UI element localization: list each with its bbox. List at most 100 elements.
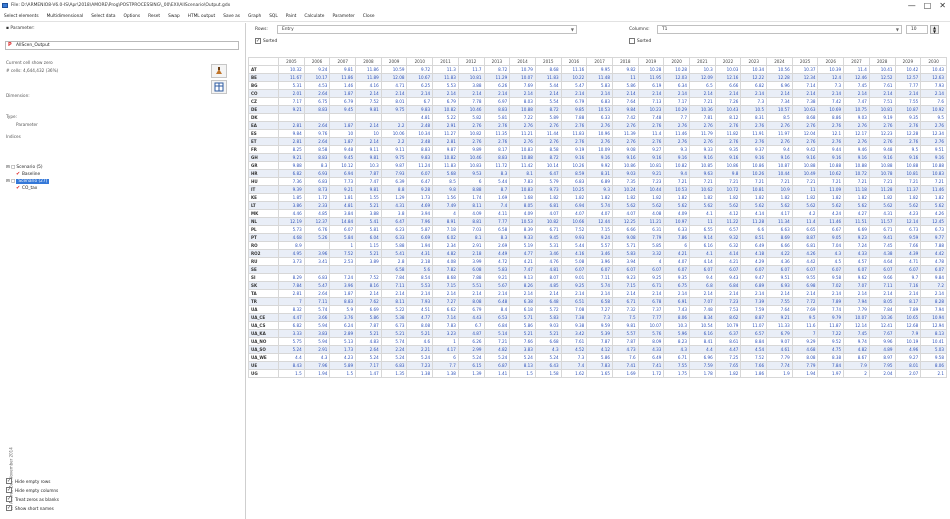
data-cell[interactable]: 9.37 [740, 145, 768, 154]
hide-empty-rows-option[interactable]: ✓ Hide empty rows [6, 478, 50, 484]
data-cell[interactable]: 8.23 [663, 337, 690, 346]
data-cell[interactable]: 5.24 [278, 345, 305, 354]
data-cell[interactable]: 8.91 [432, 217, 459, 226]
data-cell[interactable]: 8.3 [483, 169, 511, 178]
data-cell[interactable]: 9.35 [663, 273, 690, 282]
data-cell[interactable]: 8.54 [406, 273, 434, 282]
data-cell[interactable]: 8.16 [355, 281, 382, 290]
data-cell[interactable]: 10.79 [714, 321, 742, 330]
data-cell[interactable]: 8.83 [406, 145, 434, 154]
data-cell[interactable]: 6.79 [560, 97, 588, 106]
data-cell[interactable]: 4.14 [740, 209, 768, 218]
data-cell[interactable]: 7.38 [791, 97, 819, 106]
data-cell[interactable]: 7.3 [560, 353, 588, 362]
data-cell[interactable]: 10.88 [791, 161, 819, 170]
data-cell[interactable]: 7.9 [843, 361, 870, 370]
data-cell[interactable]: 1.87 [329, 89, 357, 98]
data-cell[interactable] [303, 241, 331, 250]
row-header[interactable]: RO [248, 241, 279, 250]
data-cell[interactable]: 5.31 [534, 241, 562, 250]
tree-node-baseline[interactable]: ✔ Baseline [6, 171, 49, 178]
data-cell[interactable]: 4 [432, 209, 459, 218]
data-cell[interactable]: 9.62 [843, 273, 870, 282]
data-cell[interactable]: 10.94 [920, 313, 947, 322]
data-cell[interactable]: 7.36 [278, 177, 305, 186]
data-cell[interactable]: 6.63 [766, 225, 793, 234]
data-cell[interactable]: 9.13 [509, 273, 536, 282]
data-cell[interactable]: 1.82 [534, 193, 562, 202]
data-cell[interactable]: 2.14 [355, 137, 382, 146]
data-cell[interactable]: 2.14 [380, 289, 408, 298]
data-cell[interactable]: 6.69 [843, 225, 870, 234]
data-cell[interactable]: 4.3 [534, 345, 562, 354]
data-cell[interactable]: 10.56 [766, 65, 793, 74]
data-cell[interactable]: 5.62 [843, 201, 870, 210]
data-cell[interactable]: 7.84 [868, 305, 896, 314]
data-cell[interactable]: 6.31 [637, 225, 665, 234]
row-header[interactable]: DE [248, 105, 279, 114]
parameter-field[interactable]: P AllScen_Output [5, 41, 239, 50]
data-cell[interactable]: 6.33 [663, 225, 690, 234]
data-cell[interactable]: 6.55 [689, 225, 716, 234]
data-cell[interactable]: 4.49 [483, 249, 511, 258]
data-cell[interactable]: 7.66 [509, 337, 536, 346]
data-cell[interactable]: 5.81 [355, 225, 382, 234]
data-cell[interactable] [303, 113, 331, 122]
data-cell[interactable]: 7.21 [868, 177, 896, 186]
row-header[interactable]: UA_KA [248, 329, 279, 338]
data-cell[interactable]: 6.75 [303, 97, 331, 106]
data-cell[interactable]: 9.5 [791, 313, 819, 322]
data-cell[interactable]: 7.81 [689, 113, 716, 122]
data-cell[interactable]: 7.4 [483, 201, 511, 210]
data-cell[interactable]: 7.17 [278, 97, 305, 106]
data-cell[interactable]: 7.11 [303, 297, 331, 306]
data-cell[interactable]: 6.82 [278, 169, 305, 178]
data-cell[interactable]: 9.32 [714, 233, 742, 242]
data-cell[interactable]: 10.82 [534, 217, 562, 226]
data-cell[interactable]: 4 [637, 257, 665, 266]
data-cell[interactable]: 7.07 [689, 297, 716, 306]
data-cell[interactable]: 12.14 [843, 321, 870, 330]
data-cell[interactable]: 6.07 [611, 265, 639, 274]
data-cell[interactable]: 10.53 [663, 185, 690, 194]
data-cell[interactable]: 6.07 [843, 265, 870, 274]
tree-node-co-tax[interactable]: ✔ CO_tax [6, 185, 49, 192]
data-cell[interactable]: 6.94 [560, 201, 588, 210]
data-cell[interactable]: 8.72 [483, 65, 511, 74]
data-cell[interactable]: 10.83 [509, 145, 536, 154]
data-cell[interactable]: 7.61 [560, 337, 588, 346]
data-cell[interactable]: 5.62 [791, 201, 819, 210]
data-cell[interactable]: 9.21 [278, 153, 305, 162]
data-cell[interactable]: 9.85 [560, 105, 588, 114]
data-cell[interactable]: 6.07 [329, 225, 357, 234]
column-header[interactable]: 2024 [766, 57, 793, 66]
data-cell[interactable]: 7.84 [817, 361, 845, 370]
data-cell[interactable]: 8.03 [509, 97, 536, 106]
data-cell[interactable]: 10.09 [586, 145, 613, 154]
spin-arrows-icon[interactable]: ▲ ▼ [930, 25, 939, 34]
data-cell[interactable]: 2.14 [868, 89, 896, 98]
data-cell[interactable]: 6.18 [509, 305, 536, 314]
row-header[interactable]: TA [248, 289, 279, 298]
data-cell[interactable]: 8.83 [303, 153, 331, 162]
data-cell[interactable]: 9.88 [278, 161, 305, 170]
data-cell[interactable]: 10.85 [689, 161, 716, 170]
data-cell[interactable]: 7.3 [586, 313, 613, 322]
row-header[interactable]: BG [248, 81, 279, 90]
data-cell[interactable]: 7.6 [611, 353, 639, 362]
row-header[interactable]: UA_WE [248, 353, 279, 362]
data-cell[interactable]: 2.14 [689, 289, 716, 298]
data-cell[interactable]: 5.22 [432, 113, 459, 122]
data-cell[interactable]: 9.89 [457, 145, 485, 154]
data-cell[interactable]: 11.28 [868, 185, 896, 194]
data-cell[interactable]: 10.17 [303, 73, 331, 82]
data-cell[interactable]: 7.21 [843, 177, 870, 186]
data-cell[interactable]: 7.65 [714, 361, 742, 370]
width-spinner[interactable]: 10 [906, 25, 928, 34]
data-cell[interactable]: 7.87 [586, 337, 613, 346]
data-cell[interactable]: 10.23 [637, 105, 665, 114]
data-cell[interactable]: 9.4 [689, 273, 716, 282]
data-cell[interactable]: 2.14 [894, 89, 922, 98]
data-cell[interactable]: 8.01 [894, 361, 922, 370]
data-cell[interactable]: 9.59 [894, 233, 922, 242]
